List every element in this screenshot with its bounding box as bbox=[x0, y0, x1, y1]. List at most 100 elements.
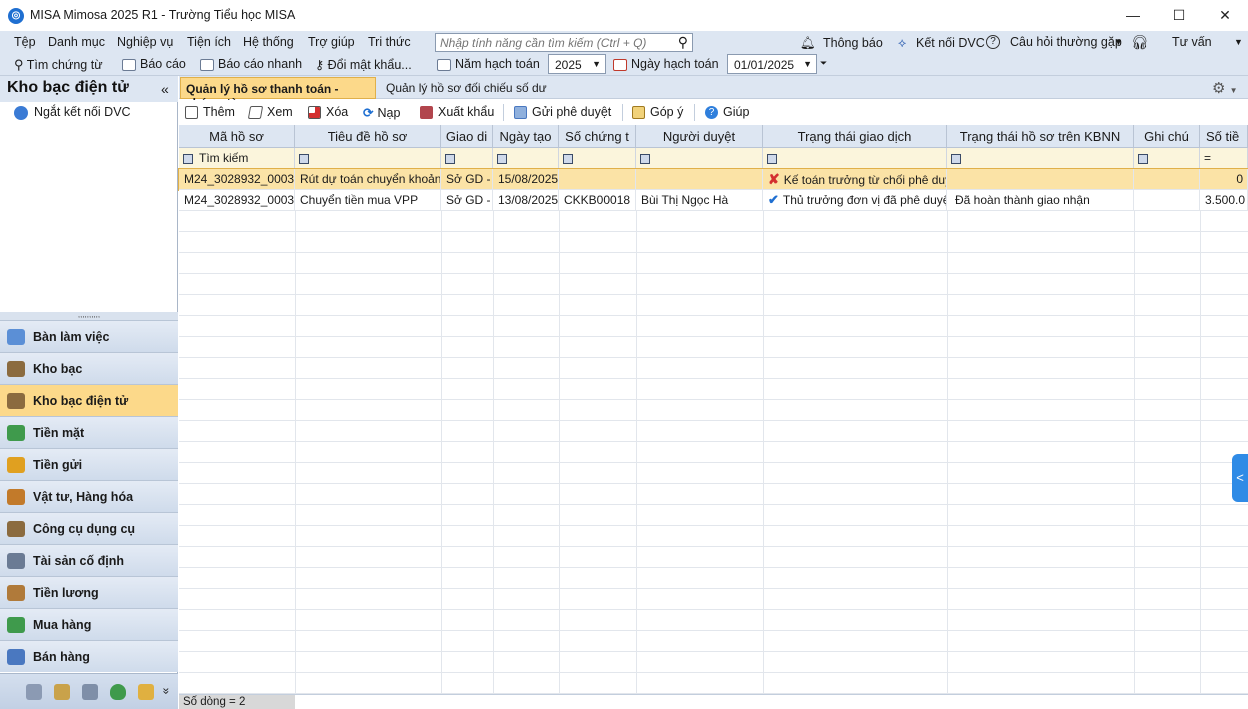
filter-approver[interactable] bbox=[636, 148, 763, 169]
network-icon[interactable]: ⟡ bbox=[898, 36, 906, 51]
filter-voucher-no[interactable] bbox=[559, 148, 636, 169]
nav-materials[interactable]: Vật tư, Hàng hóa bbox=[0, 480, 178, 512]
nav-sales[interactable]: Bán hàng bbox=[0, 640, 178, 672]
table-row[interactable]: M24_3028932_0003 Rút dự toán chuyển khoả… bbox=[178, 168, 1248, 191]
chevron-down-icon: ▼ bbox=[803, 59, 812, 69]
overflow-icon[interactable]: ⏷ bbox=[820, 58, 827, 69]
help-button[interactable]: ? Giúp bbox=[705, 105, 749, 120]
nav-label: Kho bạc bbox=[33, 362, 83, 376]
menu-system[interactable]: Hệ thống bbox=[243, 35, 294, 49]
nav-tools[interactable]: Công cụ dụng cụ bbox=[0, 512, 178, 544]
menu-operations[interactable]: Nghiệp vụ bbox=[117, 35, 173, 49]
view-button[interactable]: Xem bbox=[247, 105, 293, 120]
filter-transaction[interactable] bbox=[441, 148, 493, 169]
toolbar-separator bbox=[694, 104, 695, 121]
nav-purchasing[interactable]: Mua hàng bbox=[0, 608, 178, 640]
question-icon[interactable]: ? bbox=[986, 35, 1000, 49]
feature-search-box[interactable]: ⚲ bbox=[435, 33, 693, 52]
table-row[interactable]: M24_3028932_0003 Chuyển tiền mua VPP Sở … bbox=[179, 190, 1248, 211]
notifications-button[interactable]: Thông báo bbox=[823, 36, 883, 50]
invoice-icon[interactable] bbox=[54, 684, 70, 700]
consult-button[interactable]: Tư vấn bbox=[1172, 35, 1212, 49]
status-bar: Số dòng = 2 bbox=[179, 694, 1248, 709]
report-button[interactable]: Báo cáo bbox=[122, 57, 186, 71]
nav-deposits[interactable]: Tiền gửi bbox=[0, 448, 178, 480]
nav-treasury[interactable]: Kho bạc bbox=[0, 352, 178, 384]
minimize-button[interactable]: — bbox=[1110, 0, 1156, 31]
empty-table-row bbox=[179, 337, 1248, 358]
feedback-button[interactable]: Góp ý bbox=[632, 105, 683, 120]
delete-button[interactable]: Xóa bbox=[308, 105, 348, 120]
add-button[interactable]: Thêm bbox=[185, 105, 235, 120]
menu-file[interactable]: Tệp bbox=[14, 35, 36, 49]
cell-voucher-no: CKKB00018 bbox=[559, 190, 636, 211]
col-header-note[interactable]: Ghi chú bbox=[1134, 125, 1200, 148]
quick-report-label: Báo cáo nhanh bbox=[218, 57, 303, 71]
box-icon bbox=[7, 489, 25, 505]
filter-kbnn-status[interactable] bbox=[947, 148, 1134, 169]
more-icon[interactable]: » bbox=[159, 688, 173, 695]
collapse-icon[interactable]: « bbox=[161, 81, 169, 97]
filter-created-date[interactable] bbox=[493, 148, 559, 169]
search-icon[interactable]: ⚲ bbox=[678, 34, 688, 51]
col-header-created-date[interactable]: Ngày tạo bbox=[493, 125, 559, 148]
edit-doc-icon[interactable] bbox=[82, 684, 98, 700]
nav-fixed-assets[interactable]: Tài sản cố định bbox=[0, 544, 178, 576]
quick-report-button[interactable]: Báo cáo nhanh bbox=[200, 57, 302, 71]
empty-table-row bbox=[179, 400, 1248, 421]
empty-table-row bbox=[179, 505, 1248, 526]
col-header-kbnn-status[interactable]: Trạng thái hồ sơ trên KBNN bbox=[947, 125, 1134, 148]
posting-date-picker[interactable]: 01/01/2025 ▼ bbox=[727, 54, 817, 74]
budget-icon[interactable] bbox=[26, 684, 42, 700]
col-header-voucher-no[interactable]: Số chứng t bbox=[559, 125, 636, 148]
filter-note[interactable] bbox=[1134, 148, 1200, 169]
nav-workspace[interactable]: Bàn làm việc bbox=[0, 320, 178, 352]
col-header-code[interactable]: Mã hồ sơ bbox=[179, 125, 295, 148]
gear-icon[interactable]: ⚙ ▼ bbox=[1212, 79, 1238, 97]
report-icon bbox=[122, 58, 136, 71]
feedback-icon bbox=[632, 106, 645, 120]
menu-knowledge[interactable]: Tri thức bbox=[368, 35, 411, 49]
tab-balance-reconciliation[interactable]: Quản lý hồ sơ đối chiếu số dư bbox=[386, 81, 547, 95]
search-icon: ⚲ bbox=[14, 57, 24, 72]
menu-catalog[interactable]: Danh mục bbox=[48, 35, 105, 49]
empty-table-row bbox=[179, 253, 1248, 274]
headset-icon[interactable]: 🎧︎ bbox=[1131, 34, 1149, 51]
filter-title[interactable] bbox=[295, 148, 441, 169]
nav-cash[interactable]: Tiền mặt bbox=[0, 416, 178, 448]
bell-icon[interactable]: 🔔︎ bbox=[800, 36, 816, 51]
fiscal-year-select[interactable]: 2025 ▼ bbox=[548, 54, 606, 74]
menu-utilities[interactable]: Tiện ích bbox=[187, 35, 231, 49]
app-logo-icon: ◎ bbox=[8, 8, 24, 24]
folder-icon[interactable] bbox=[138, 684, 154, 700]
chevron-down-icon[interactable]: ▼ bbox=[1234, 37, 1243, 47]
nav-payroll[interactable]: Tiền lương bbox=[0, 576, 178, 608]
splitter-grip[interactable]: ,,,,,,,,,, bbox=[0, 311, 178, 320]
shield-icon[interactable] bbox=[110, 684, 126, 700]
filter-code[interactable]: Tìm kiếm bbox=[179, 148, 295, 169]
col-header-approver[interactable]: Người duyệt bbox=[636, 125, 763, 148]
send-approval-button[interactable]: Gửi phê duyệt bbox=[514, 105, 611, 120]
col-header-amount[interactable]: Số tiề bbox=[1200, 125, 1248, 148]
disconnect-dvc-item[interactable]: Ngắt kết nối DVC bbox=[14, 105, 131, 120]
menu-help[interactable]: Trợ giúp bbox=[308, 35, 355, 49]
dvc-connect-button[interactable]: Kết nối DVC bbox=[916, 36, 985, 50]
side-panel-toggle[interactable]: < bbox=[1232, 454, 1248, 502]
filter-transaction-status[interactable] bbox=[763, 148, 947, 169]
maximize-button[interactable]: ☐ bbox=[1156, 0, 1202, 31]
export-button[interactable]: Xuất khẩu bbox=[420, 105, 494, 120]
feature-search-input[interactable] bbox=[436, 34, 672, 51]
chevron-down-icon[interactable]: ▼ bbox=[1114, 37, 1123, 47]
load-button[interactable]: ⟳ Nạp bbox=[363, 105, 400, 120]
bank-icon bbox=[7, 361, 25, 377]
tab-payment-records[interactable]: Quản lý hồ sơ thanh toán - chứng từ bbox=[180, 77, 376, 110]
close-button[interactable]: ✕ bbox=[1202, 0, 1248, 31]
faq-dropdown[interactable]: Câu hỏi thường gặp bbox=[1010, 35, 1122, 49]
col-header-transaction-status[interactable]: Trạng thái giao dịch bbox=[763, 125, 947, 148]
find-voucher-button[interactable]: ⚲ Tìm chứng từ bbox=[14, 57, 103, 73]
col-header-transaction[interactable]: Giao di bbox=[441, 125, 493, 148]
col-header-title[interactable]: Tiêu đề hồ sơ bbox=[295, 125, 441, 148]
nav-e-treasury[interactable]: Kho bạc điện tử bbox=[0, 384, 178, 416]
filter-amount[interactable]: = bbox=[1200, 148, 1248, 169]
change-password-button[interactable]: ⚷ Đổi mật khẩu... bbox=[315, 57, 412, 72]
